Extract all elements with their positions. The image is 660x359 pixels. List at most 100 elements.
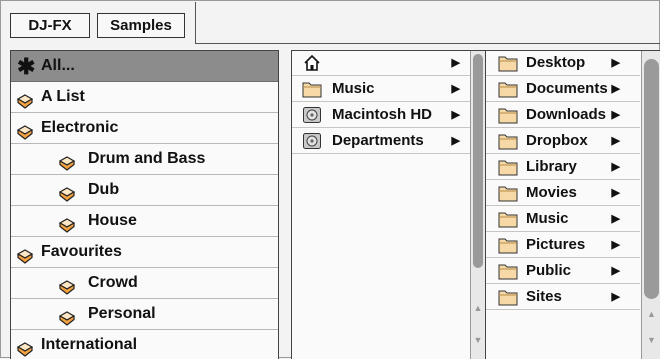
disclosure-arrow-icon: ▶	[611, 135, 620, 147]
disclosure-arrow-icon: ▶	[611, 291, 620, 303]
folder-icon	[498, 210, 518, 228]
category-item[interactable]: Drum and Bass	[11, 144, 278, 175]
category-tag-icon	[58, 183, 76, 202]
folder-item[interactable]: Downloads ▶	[486, 103, 640, 128]
location-item[interactable]: Music ▶	[292, 77, 470, 102]
item-label: Macintosh HD	[332, 106, 433, 123]
folder-icon	[302, 80, 322, 98]
item-label: Sites	[526, 288, 562, 305]
category-tag-icon	[58, 276, 76, 295]
browser-window: DJ-FX Samples ✱ All... A List Electronic Dru…	[0, 0, 660, 359]
scroll-up-arrow[interactable]: ▲	[471, 301, 485, 315]
disclosure-arrow-icon: ▶	[611, 265, 620, 277]
location-item[interactable]: Macintosh HD ▶	[292, 103, 470, 128]
category-list: ✱ All... A List Electronic Drum and Bass Dub H…	[10, 50, 279, 359]
item-label: Documents	[526, 80, 608, 97]
category-tag-icon	[58, 152, 76, 171]
category-item[interactable]: International	[11, 330, 278, 359]
folders-column: Desktop ▶ Documents ▶ Downloads ▶ Dropbox ▶ Libr…	[485, 51, 640, 359]
category-item[interactable]: House	[11, 206, 278, 237]
folder-item[interactable]: Desktop ▶	[486, 51, 640, 76]
file-browser: ▶ Music ▶ Macintosh HD ▶ Departments ▶ ▲ ▼ Des…	[291, 50, 660, 359]
item-label: Public	[526, 262, 572, 279]
disclosure-arrow-icon: ▶	[451, 135, 460, 147]
drive-icon	[302, 106, 322, 124]
disclosure-arrow-icon: ▶	[611, 213, 620, 225]
category-label: Drum and Bass	[88, 150, 206, 167]
category-item[interactable]: ✱ All...	[11, 51, 278, 82]
category-item[interactable]: Dub	[11, 175, 278, 206]
star-icon: ✱	[17, 54, 36, 79]
disclosure-arrow-icon: ▶	[451, 109, 460, 121]
location-item[interactable]: ▶	[292, 51, 470, 76]
category-item[interactable]: Electronic	[11, 113, 278, 144]
folder-item[interactable]: Dropbox ▶	[486, 129, 640, 154]
folder-item[interactable]: Music ▶	[486, 207, 640, 232]
folder-icon	[498, 80, 518, 98]
item-label: Departments	[332, 132, 424, 149]
locations-scrollbar[interactable]: ▲ ▼	[470, 51, 485, 359]
folder-icon	[498, 158, 518, 176]
drive-icon	[302, 132, 322, 150]
item-label: Desktop	[526, 54, 586, 71]
location-item[interactable]: Departments ▶	[292, 129, 470, 154]
folder-icon	[498, 262, 518, 280]
disclosure-arrow-icon: ▶	[611, 161, 620, 173]
category-label: Favourites	[41, 243, 122, 260]
item-label: Music	[332, 80, 375, 97]
category-label: Electronic	[41, 119, 119, 136]
disclosure-arrow-icon: ▶	[611, 57, 620, 69]
folders-scrollbar[interactable]: ▲ ▼	[641, 51, 660, 359]
category-label: Dub	[88, 181, 120, 198]
category-item[interactable]: A List	[11, 82, 278, 113]
folder-icon	[498, 106, 518, 124]
folders-scroll-thumb[interactable]	[644, 59, 659, 299]
folder-item[interactable]: Pictures ▶	[486, 233, 640, 258]
disclosure-arrow-icon: ▶	[451, 57, 460, 69]
folder-icon	[498, 132, 518, 150]
item-label: Dropbox	[526, 132, 588, 149]
item-label: Library	[526, 158, 577, 175]
scroll-down-arrow[interactable]: ▼	[471, 333, 485, 347]
category-label: Personal	[88, 305, 156, 322]
disclosure-arrow-icon: ▶	[611, 187, 620, 199]
category-tag-icon	[16, 121, 34, 140]
item-label: Movies	[526, 184, 577, 201]
home-icon	[302, 54, 322, 72]
folder-icon	[498, 236, 518, 254]
folder-item[interactable]: Public ▶	[486, 259, 640, 284]
tab-bar: DJ-FX Samples	[2, 2, 196, 44]
locations-column: ▶ Music ▶ Macintosh HD ▶ Departments ▶	[292, 51, 470, 359]
category-tag-icon	[16, 245, 34, 264]
category-tag-icon	[58, 214, 76, 233]
category-tag-icon	[16, 338, 34, 357]
disclosure-arrow-icon: ▶	[611, 109, 620, 121]
tab-strip-divider	[196, 43, 660, 44]
folder-icon	[498, 288, 518, 306]
item-label: Music	[526, 210, 569, 227]
category-label: House	[88, 212, 137, 229]
category-item[interactable]: Personal	[11, 299, 278, 330]
locations-scroll-thumb[interactable]	[473, 54, 483, 268]
category-label: Crowd	[88, 274, 138, 291]
category-label: International	[41, 336, 138, 353]
folder-icon	[498, 184, 518, 202]
folder-icon	[498, 54, 518, 72]
folder-item[interactable]: Documents ▶	[486, 77, 640, 102]
tab-samples[interactable]: Samples	[97, 13, 185, 38]
category-label: All...	[41, 57, 75, 74]
folder-item[interactable]: Movies ▶	[486, 181, 640, 206]
tab-dj-fx[interactable]: DJ-FX	[10, 13, 90, 38]
scroll-down-arrow[interactable]: ▼	[642, 333, 660, 347]
disclosure-arrow-icon: ▶	[451, 83, 460, 95]
folder-item[interactable]: Sites ▶	[486, 285, 640, 310]
item-label: Downloads	[526, 106, 607, 123]
disclosure-arrow-icon: ▶	[611, 239, 620, 251]
category-item[interactable]: Crowd	[11, 268, 278, 299]
category-label: A List	[41, 88, 85, 105]
category-tag-icon	[58, 307, 76, 326]
folder-item[interactable]: Library ▶	[486, 155, 640, 180]
category-item[interactable]: Favourites	[11, 237, 278, 268]
scroll-up-arrow[interactable]: ▲	[642, 307, 660, 321]
category-tag-icon	[16, 90, 34, 109]
